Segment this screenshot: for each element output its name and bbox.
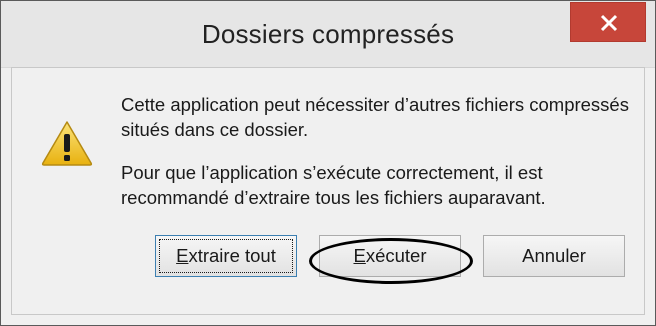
extract-mnemonic: E	[176, 245, 189, 266]
close-icon	[600, 14, 618, 32]
run-label-rest: xécuter	[365, 245, 427, 266]
message-line-1: Cette application peut nécessiter d’autr…	[121, 94, 629, 140]
title-bar[interactable]: Dossiers compressés	[1, 1, 655, 68]
extract-all-button[interactable]: Extraire tout	[155, 235, 297, 277]
dialog-body: Cette application peut nécessiter d’autr…	[11, 67, 645, 315]
extract-label-rest: xtraire tout	[188, 245, 276, 266]
warning-icon	[41, 121, 93, 166]
dialog-window: Dossiers compressés Cette application pe…	[0, 0, 656, 326]
message-line-2: Pour que l’application s’exécute correct…	[121, 162, 546, 208]
cancel-button[interactable]: Annuler	[483, 235, 625, 277]
dialog-title: Dossiers compressés	[201, 19, 455, 49]
close-button[interactable]	[570, 2, 646, 42]
run-button[interactable]: Exécuter	[319, 235, 461, 277]
run-mnemonic: E	[353, 245, 366, 266]
